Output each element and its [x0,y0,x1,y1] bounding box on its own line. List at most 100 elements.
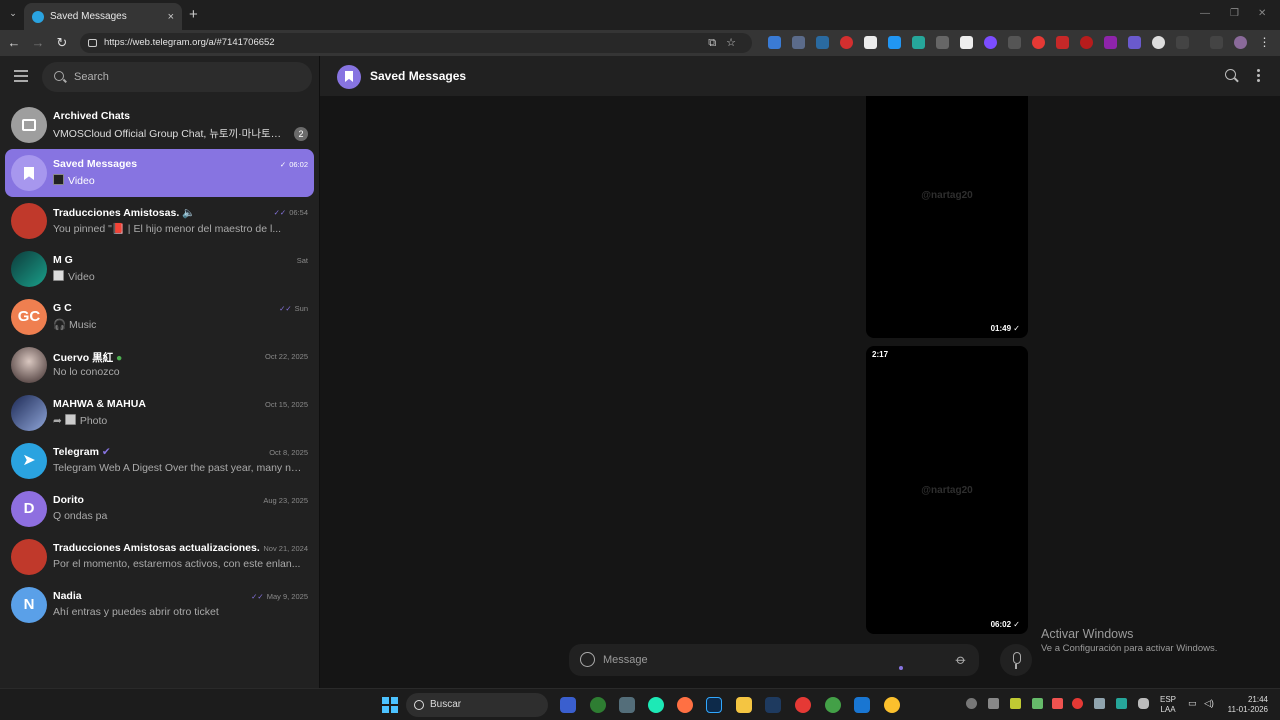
emoji-icon[interactable] [580,652,595,667]
chrome-icon[interactable] [795,697,811,713]
tray-icon[interactable] [988,698,999,709]
chat-name: Cuervo 黒紅 ● [53,352,123,364]
tab-search-chevron-icon[interactable]: ⌄ [6,8,20,22]
attach-icon[interactable]: ⌀ [952,651,969,669]
hamburger-menu-icon[interactable] [14,70,28,82]
chat-item[interactable]: Traducciones Amistosas actualizaciones. … [5,533,314,581]
tray-icon[interactable] [966,698,977,709]
back-icon[interactable]: ← [6,35,22,50]
chat-item[interactable]: M G Video Sat [5,245,314,293]
new-tab-button[interactable]: + [189,6,198,23]
extension-icon[interactable] [1008,36,1021,49]
extension-icon[interactable] [960,36,973,49]
bookmark-star-icon[interactable]: ⧉☆ [708,33,746,53]
search-input[interactable]: Search [42,62,312,92]
search-icon[interactable] [1225,69,1236,80]
more-options-icon[interactable] [1257,69,1260,82]
verified-badge-icon: ● [116,352,123,364]
extension-icon[interactable] [936,36,949,49]
profile-avatar[interactable] [1234,36,1247,49]
browser-menu-icon[interactable]: ⋮ [1258,36,1271,49]
chat-name: Traducciones Amistosas actualizaciones. [53,542,260,554]
windows-activation-watermark: Activar Windows Ve a Configuración para … [1041,627,1217,654]
photo-thumbnail-icon [64,414,76,425]
extension-icon[interactable] [768,36,781,49]
chat-preview: Ahí entras y puedes abrir otro ticket [53,606,219,618]
video-message[interactable]: @nartag20 01:49 ✓ [866,96,1028,338]
file-explorer-icon[interactable] [736,697,752,713]
tab-close-icon[interactable]: × [168,11,174,23]
input-language[interactable]: ESP LAA [1160,695,1176,715]
extension-icon[interactable] [1152,36,1165,49]
taskbar-app-icon[interactable] [590,697,606,713]
extension-icon[interactable] [984,36,997,49]
extension-icon[interactable] [912,36,925,49]
close-window-icon[interactable]: ✕ [1258,8,1266,19]
taskbar-app-icon[interactable] [648,697,664,713]
tray-icon[interactable] [1010,698,1021,709]
forward-icon[interactable]: → [30,35,46,50]
message-time: 01:49 ✓ [990,324,1020,333]
start-icon[interactable] [382,697,398,713]
extension-icon[interactable] [1128,36,1141,49]
chat-item[interactable]: D Dorito Q ondas pa Aug 23, 2025 [5,485,314,533]
microphone-tray-icon[interactable] [1138,698,1149,709]
extensions-puzzle-icon[interactable] [1176,36,1189,49]
extension-icon[interactable] [792,36,805,49]
extension-icon[interactable] [864,36,877,49]
extension-icon[interactable] [816,36,829,49]
chrome-icon[interactable] [884,697,900,713]
tray-icon[interactable] [1072,698,1083,709]
chrome-icon[interactable] [825,697,841,713]
tray-icon[interactable] [1116,698,1127,709]
tray-icon[interactable] [1094,698,1105,709]
chat-item[interactable]: Traducciones Amistosas. 🔈 You pinned "📕 … [5,197,314,245]
photoshop-icon[interactable] [706,697,722,713]
video-watermark: @nartag20 [921,190,973,201]
extension-icon[interactable] [1080,36,1093,49]
taskbar-app-icon[interactable] [765,697,781,713]
sidebar: Search Archived Chats VMOSCloud Official… [0,56,320,688]
site-info-icon[interactable] [88,39,97,47]
telegram-app: Search Archived Chats VMOSCloud Official… [0,56,1280,688]
extension-icon[interactable] [1104,36,1117,49]
network-icon[interactable]: ▭ [1188,698,1199,709]
double-check-icon: ✓✓ [251,592,264,601]
extension-icon[interactable] [888,36,901,49]
chat-item[interactable]: ➤ Telegram ✔ Telegram Web A Digest Over … [5,437,314,485]
tray-icon[interactable] [1032,698,1043,709]
forward-icon: ➦ [53,415,62,427]
chat-item[interactable]: Cuervo 黒紅 ● No lo conozco Oct 22, 2025 [5,341,314,389]
store-icon[interactable] [854,697,870,713]
extension-icon[interactable] [840,36,853,49]
browser-tab[interactable]: Saved Messages × [24,3,182,30]
taskbar-search[interactable]: Buscar [406,693,548,717]
taskbar-app-icon[interactable] [619,697,635,713]
search-placeholder: Search [74,71,109,83]
chat-item[interactable]: N Nadia Ahí entras y puedes abrir otro t… [5,581,314,629]
video-message[interactable]: 2:17 @nartag20 06:02 ✓ [866,346,1028,634]
taskbar-app-icon[interactable] [560,697,576,713]
tray-icon[interactable] [1052,698,1063,709]
clock[interactable]: 21:44 11-01-2026 [1222,695,1268,715]
extension-icon[interactable] [1032,36,1045,49]
reload-icon[interactable]: ↻ [54,35,70,51]
address-bar[interactable]: https://web.telegram.org/a/#7141706652 ⧉… [80,33,752,53]
chat-preview: VMOSCloud Official Group Chat, 뉴토끼·마나토끼.… [53,128,285,140]
chat-header[interactable]: Saved Messages [320,56,1280,96]
firefox-icon[interactable] [677,697,693,713]
chat-item[interactable]: MAHWA & MAHUA ➦ Photo Oct 15, 2025 [5,389,314,437]
volume-icon[interactable]: ◁) [1204,698,1215,709]
video-thumbnail-icon [53,174,64,185]
extension-icon[interactable] [1056,36,1069,49]
restore-icon[interactable]: ❐ [1230,8,1239,19]
chat-name: Telegram ✔ [53,446,111,458]
chat-item-saved-messages[interactable]: Saved Messages Video ✓ 06:02 [5,149,314,197]
saved-messages-avatar [337,65,361,89]
chat-item[interactable]: GC G C 🎧 Music ✓✓ Sun [5,293,314,341]
message-input[interactable] [603,644,903,676]
microphone-button[interactable] [1000,644,1032,676]
chat-item-archived[interactable]: Archived Chats VMOSCloud Official Group … [5,101,314,149]
minimize-icon[interactable]: — [1200,8,1210,19]
reading-list-icon[interactable] [1210,36,1223,49]
